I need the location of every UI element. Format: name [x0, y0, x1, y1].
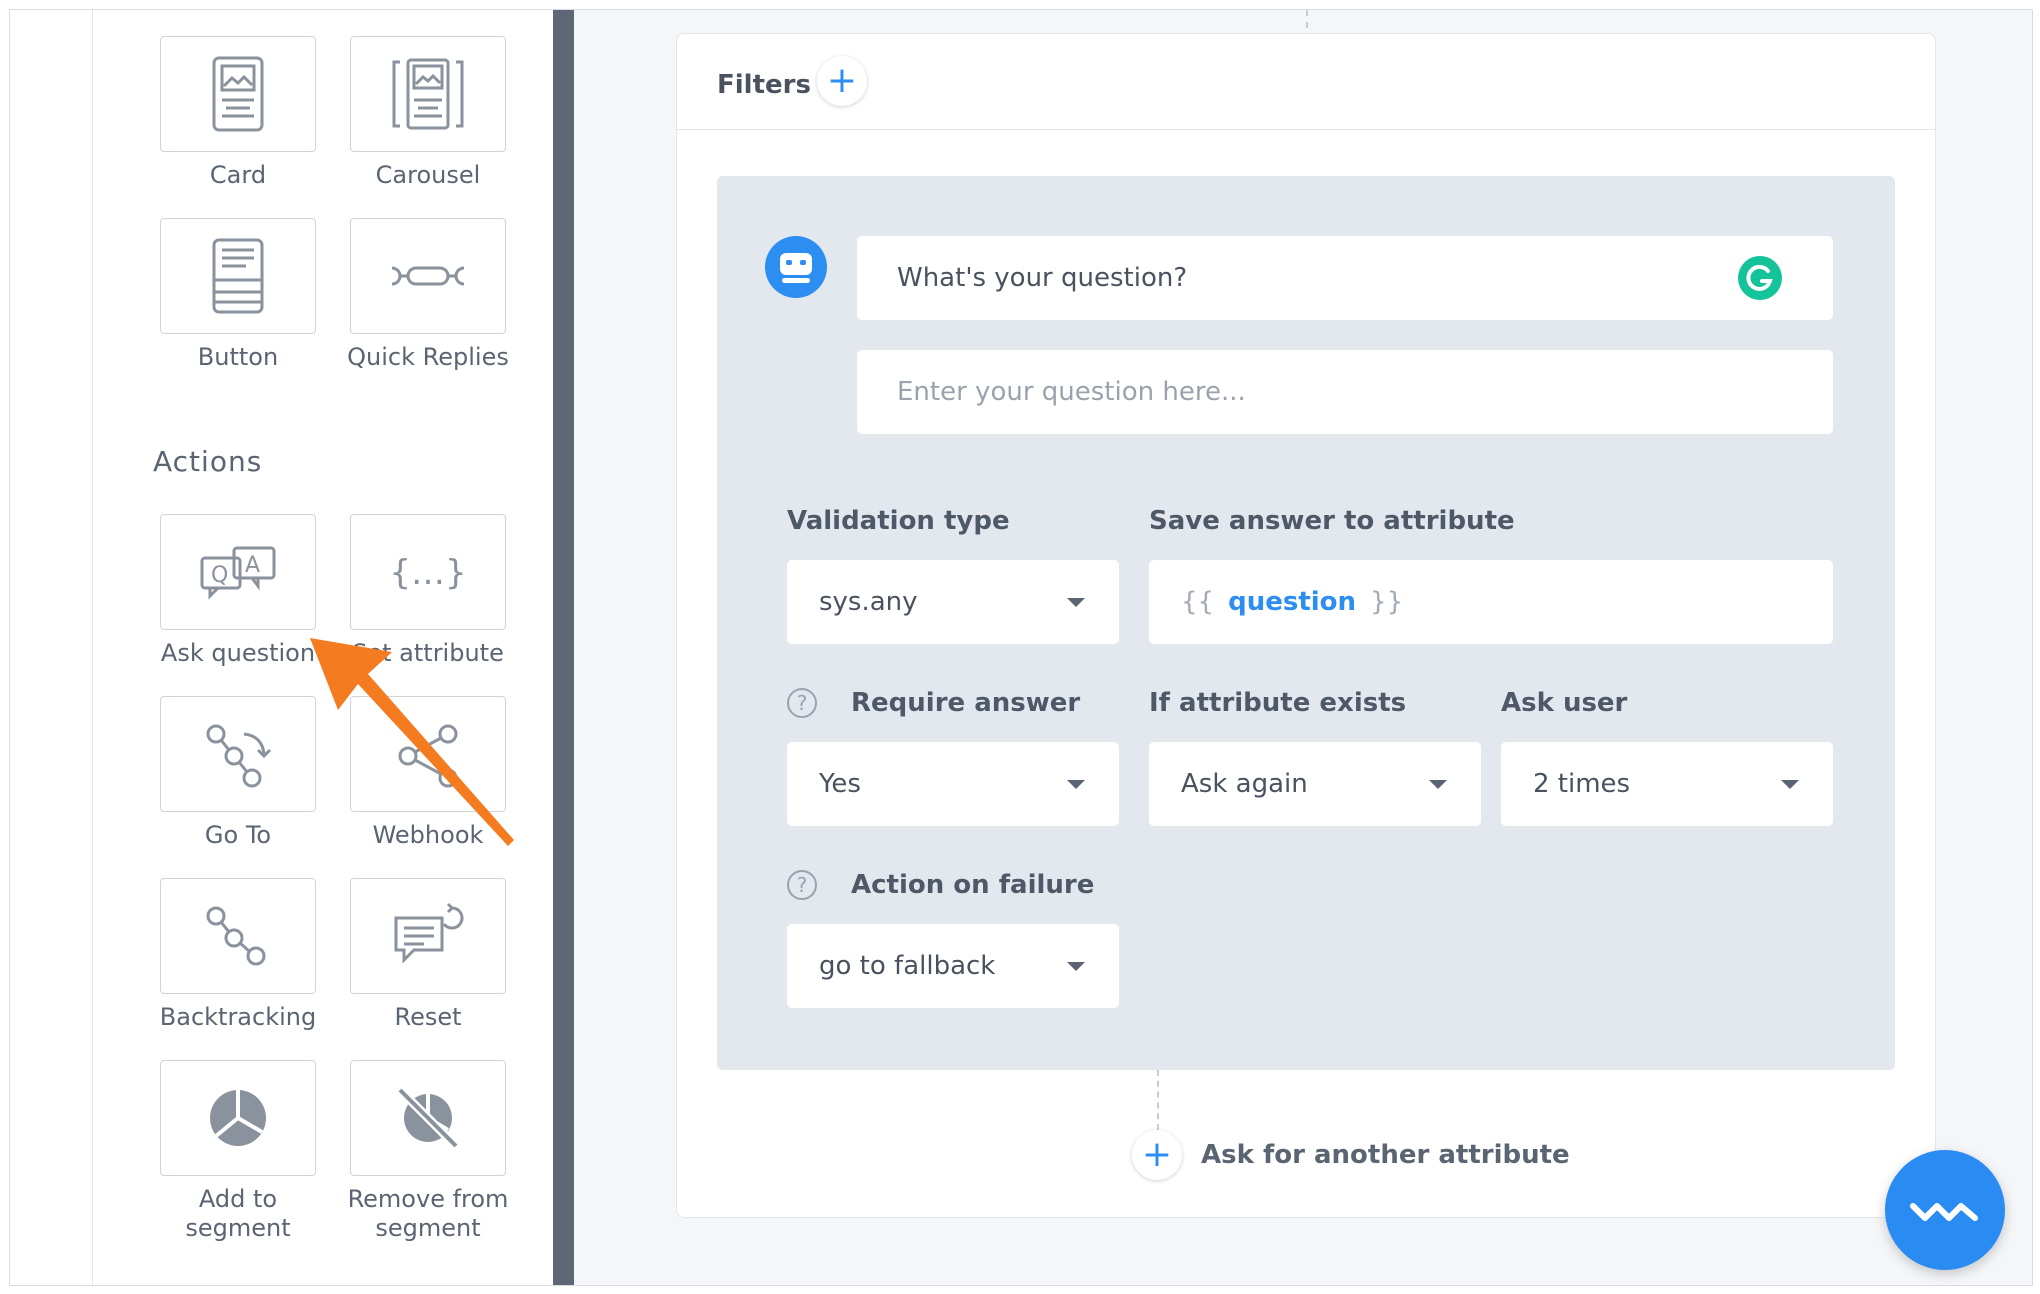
- svg-text:{…}: {…}: [389, 553, 466, 593]
- plus-icon: +: [826, 60, 858, 101]
- tile-label-add-to-segment-line1: Add to: [198, 1185, 278, 1213]
- ask-user-select[interactable]: 2 times: [1501, 742, 1833, 826]
- bot-avatar: [765, 236, 827, 298]
- tile-card[interactable]: [160, 36, 316, 152]
- components-panel: Card Carousel Button Quick Replies Actio…: [93, 10, 553, 1285]
- card-icon: [212, 56, 264, 132]
- attribute-name: question: [1228, 587, 1357, 617]
- tile-reset[interactable]: [350, 878, 506, 994]
- remove-from-segment-icon: [396, 1086, 460, 1150]
- attribute-field[interactable]: {{ question }}: [1149, 560, 1833, 644]
- question-block: What's your question? Enter your questio…: [717, 176, 1895, 1070]
- help-icon[interactable]: ?: [787, 688, 817, 718]
- tile-backtracking[interactable]: [160, 878, 316, 994]
- add-to-segment-icon: [210, 1090, 266, 1146]
- ask-user-value: 2 times: [1533, 769, 1631, 799]
- tile-label-remove-from-segment-line1: Remove from: [347, 1185, 509, 1213]
- if-exists-label: If attribute exists: [1149, 688, 1407, 718]
- validation-type-label: Validation type: [787, 506, 1010, 536]
- chevron-down-icon: [1781, 780, 1799, 789]
- tile-label-quick-replies: Quick Replies: [347, 343, 509, 371]
- tile-webhook[interactable]: [350, 696, 506, 812]
- tile-button[interactable]: [160, 218, 316, 334]
- require-answer-value: Yes: [819, 769, 861, 799]
- quick-replies-icon: [391, 266, 465, 286]
- tile-remove-from-segment[interactable]: [350, 1060, 506, 1176]
- filters-label: Filters: [717, 70, 811, 100]
- chevron-down-icon: [1429, 780, 1447, 789]
- tile-label-go-to: Go To: [204, 821, 272, 849]
- app-window: Card Carousel Button Quick Replies Actio…: [9, 9, 2033, 1286]
- question-placeholder: Enter your question here...: [897, 377, 1246, 407]
- go-to-icon: [206, 724, 272, 788]
- tile-add-to-segment[interactable]: [160, 1060, 316, 1176]
- chevron-down-icon: [1067, 962, 1085, 971]
- validation-type-select[interactable]: sys.any: [787, 560, 1119, 644]
- button-icon: [212, 238, 264, 314]
- validation-type-value: sys.any: [819, 587, 918, 617]
- tile-label-remove-from-segment-line2: segment: [375, 1214, 481, 1242]
- if-exists-select[interactable]: Ask again: [1149, 742, 1481, 826]
- chevron-down-icon: [1067, 780, 1085, 789]
- ask-user-label: Ask user: [1501, 688, 1628, 718]
- tile-label-ask-question: Ask question: [160, 639, 316, 667]
- svg-text:A: A: [245, 553, 260, 578]
- chevron-down-icon: [1067, 598, 1085, 607]
- action-failure-value: go to fallback: [819, 951, 996, 981]
- carousel-icon: [392, 58, 464, 130]
- ask-question-card: Filters + What's your question? Enter yo…: [676, 33, 1936, 1218]
- question-title-field[interactable]: What's your question?: [857, 236, 1833, 320]
- add-filter-button[interactable]: +: [817, 56, 867, 106]
- tile-quick-replies[interactable]: [350, 218, 506, 334]
- attr-close-brace: }}: [1370, 587, 1404, 617]
- tile-go-to[interactable]: [160, 696, 316, 812]
- tile-ask-question[interactable]: Q A: [160, 514, 316, 630]
- grammarly-icon[interactable]: [1737, 255, 1783, 301]
- plus-icon: +: [1141, 1134, 1173, 1175]
- wave-icon: [1910, 1203, 1978, 1221]
- webhook-icon: [398, 724, 458, 788]
- attr-open-brace: {{: [1181, 587, 1215, 617]
- help-icon[interactable]: ?: [787, 870, 817, 900]
- panel-divider[interactable]: [553, 10, 574, 1285]
- tile-set-attribute[interactable]: {…}: [350, 514, 506, 630]
- require-answer-select[interactable]: Yes: [787, 742, 1119, 826]
- reset-icon: [394, 902, 464, 964]
- ask-another-attribute-label[interactable]: Ask for another attribute: [1201, 1140, 1570, 1170]
- bottom-connector: [1157, 1070, 1159, 1130]
- question-input[interactable]: Enter your question here...: [857, 350, 1833, 434]
- ask-another-attribute-button[interactable]: +: [1132, 1130, 1182, 1180]
- action-failure-select[interactable]: go to fallback: [787, 924, 1119, 1008]
- tile-label-backtracking: Backtracking: [159, 1003, 317, 1031]
- bot-icon: [780, 253, 812, 283]
- save-answer-label: Save answer to attribute: [1149, 506, 1515, 536]
- set-attribute-icon: {…}: [389, 553, 466, 593]
- tile-carousel[interactable]: [350, 36, 506, 152]
- tile-label-carousel: Carousel: [375, 161, 481, 189]
- tile-label-set-attribute: Set attribute: [352, 639, 504, 667]
- tile-label-webhook: Webhook: [372, 821, 484, 849]
- top-connector: [1306, 10, 1308, 28]
- require-answer-label: Require answer: [851, 688, 1081, 718]
- chat-widget-button[interactable]: [1885, 1150, 2005, 1270]
- tile-label-reset: Reset: [394, 1003, 462, 1031]
- backtracking-icon: [206, 906, 266, 966]
- action-failure-label: Action on failure: [851, 870, 1095, 900]
- tile-label-card: Card: [209, 161, 267, 189]
- actions-section-title: Actions: [153, 445, 263, 478]
- if-exists-value: Ask again: [1181, 769, 1308, 799]
- question-title-text: What's your question?: [897, 263, 1188, 293]
- filters-row: Filters +: [677, 34, 1935, 130]
- svg-text:Q: Q: [211, 563, 228, 588]
- tile-label-button: Button: [197, 343, 279, 371]
- tile-label-add-to-segment-line2: segment: [185, 1214, 291, 1242]
- ask-question-icon: Q A: [200, 546, 276, 600]
- left-gutter: [10, 10, 93, 1285]
